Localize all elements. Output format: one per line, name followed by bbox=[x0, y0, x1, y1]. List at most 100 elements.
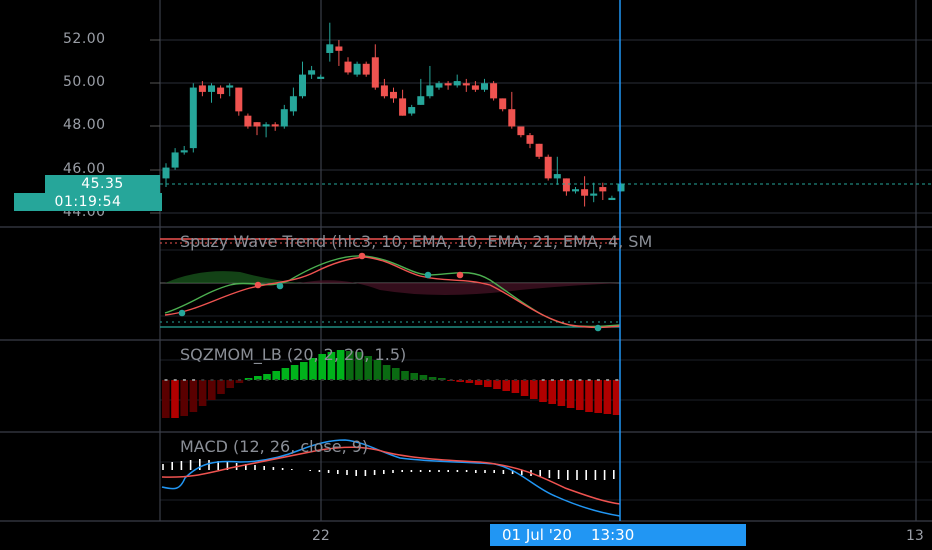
squeeze-dot bbox=[265, 379, 269, 381]
candle-body bbox=[344, 61, 352, 73]
squeeze-dot bbox=[504, 379, 508, 381]
candle-body bbox=[262, 124, 270, 127]
candle-body bbox=[562, 178, 570, 192]
chart-grid bbox=[0, 0, 932, 522]
squeeze-dot bbox=[238, 379, 242, 381]
squeeze-dot bbox=[219, 379, 223, 381]
trading-chart[interactable] bbox=[0, 0, 932, 550]
candle-body bbox=[572, 189, 579, 192]
squeeze-dot bbox=[339, 379, 343, 381]
squeeze-dot bbox=[284, 379, 288, 381]
squeeze-dot bbox=[348, 379, 352, 381]
squeeze-dot bbox=[182, 379, 186, 381]
candle-body bbox=[271, 124, 279, 127]
candle-body bbox=[526, 135, 534, 144]
candle-body bbox=[453, 81, 461, 86]
squeeze-dot bbox=[541, 379, 545, 381]
squeeze-dot bbox=[192, 379, 196, 381]
candle-body bbox=[235, 87, 243, 112]
candle-body bbox=[481, 83, 488, 90]
squeeze-dot bbox=[550, 379, 554, 381]
candle-body bbox=[353, 63, 361, 75]
momentum-bar bbox=[162, 380, 170, 418]
momentum-bar bbox=[603, 380, 612, 414]
squeeze-dot bbox=[320, 379, 324, 381]
squeeze-dot bbox=[274, 379, 278, 381]
macd-title[interactable]: MACD (12, 26, close, 9) bbox=[180, 437, 368, 456]
squeeze-momentum-title[interactable]: SQZMOM_LB (20, 2, 20, 1.5) bbox=[180, 345, 406, 364]
momentum-bar bbox=[226, 380, 234, 388]
time-label-13: 13 bbox=[906, 528, 924, 544]
candle-body bbox=[608, 197, 616, 201]
candle-body bbox=[553, 174, 561, 179]
squeeze-dot bbox=[256, 379, 260, 381]
candle-body bbox=[362, 63, 370, 75]
wave-cross-dot bbox=[178, 309, 186, 317]
candle-body bbox=[162, 167, 170, 179]
wave-trend-title[interactable]: Spuzy Wave Trend (hlc3, 10, EMA, 10, EMA… bbox=[180, 232, 652, 251]
candle-body bbox=[380, 85, 388, 97]
candle-body bbox=[289, 96, 297, 112]
candle-body bbox=[544, 156, 552, 179]
current-price-tag: 45.35 bbox=[45, 175, 160, 193]
squeeze-dot bbox=[587, 379, 591, 381]
momentum-bar bbox=[548, 380, 556, 404]
candle-body bbox=[390, 91, 397, 99]
time-label-22: 22 bbox=[312, 528, 330, 544]
squeeze-dot bbox=[569, 379, 573, 381]
momentum-bar bbox=[382, 365, 391, 380]
momentum-bar bbox=[594, 380, 602, 413]
candle-body bbox=[226, 85, 234, 88]
squeeze-dot bbox=[376, 379, 380, 381]
squeeze-dot bbox=[201, 379, 205, 381]
candle-body bbox=[462, 83, 470, 86]
candle-body bbox=[371, 57, 379, 88]
squeeze-dot bbox=[210, 379, 214, 381]
candle-body bbox=[517, 126, 525, 136]
squeeze-dot bbox=[357, 379, 361, 381]
squeeze-dot bbox=[495, 379, 499, 381]
momentum-bar bbox=[520, 380, 529, 396]
momentum-bar bbox=[180, 380, 188, 416]
candle-body bbox=[171, 152, 179, 168]
candle-body bbox=[180, 150, 188, 153]
momentum-bar bbox=[217, 380, 225, 394]
momentum-bar bbox=[290, 365, 299, 380]
wave-line-red bbox=[164, 256, 621, 329]
candle-body bbox=[198, 85, 206, 92]
squeeze-dot bbox=[486, 379, 490, 381]
candle-body bbox=[299, 74, 306, 97]
candle-body bbox=[335, 46, 343, 51]
squeeze-dot bbox=[173, 379, 177, 381]
squeeze-dot bbox=[606, 379, 610, 381]
squeeze-dot bbox=[468, 379, 472, 381]
squeeze-dot bbox=[330, 379, 334, 381]
squeeze-dot bbox=[164, 379, 168, 381]
momentum-bar bbox=[401, 371, 409, 380]
squeeze-dot bbox=[302, 379, 306, 381]
candle-body bbox=[417, 96, 425, 105]
wave-cross-dot bbox=[594, 324, 602, 332]
squeeze-dot bbox=[311, 379, 315, 381]
momentum-bar bbox=[511, 380, 520, 393]
momentum-bar bbox=[484, 380, 492, 387]
squeeze-dot bbox=[403, 379, 407, 381]
candle-body bbox=[244, 115, 252, 127]
squeeze-dot bbox=[293, 379, 297, 381]
candlestick-series bbox=[162, 22, 625, 207]
momentum-bar bbox=[566, 380, 575, 408]
squeeze-dot bbox=[477, 379, 481, 381]
squeeze-dot bbox=[431, 379, 435, 381]
wave-cross-dot bbox=[424, 271, 432, 279]
squeeze-dot bbox=[560, 379, 564, 381]
candle-body bbox=[308, 70, 316, 75]
momentum-bar bbox=[576, 380, 584, 410]
momentum-bar bbox=[585, 380, 593, 412]
wave-area-negative bbox=[300, 280, 620, 295]
squeeze-dot bbox=[514, 379, 518, 381]
candle-body bbox=[508, 109, 516, 127]
candle-body bbox=[599, 187, 607, 192]
squeeze-dot bbox=[440, 379, 444, 381]
candle-body bbox=[408, 107, 416, 114]
price-label-50: 50.00 bbox=[63, 74, 106, 90]
